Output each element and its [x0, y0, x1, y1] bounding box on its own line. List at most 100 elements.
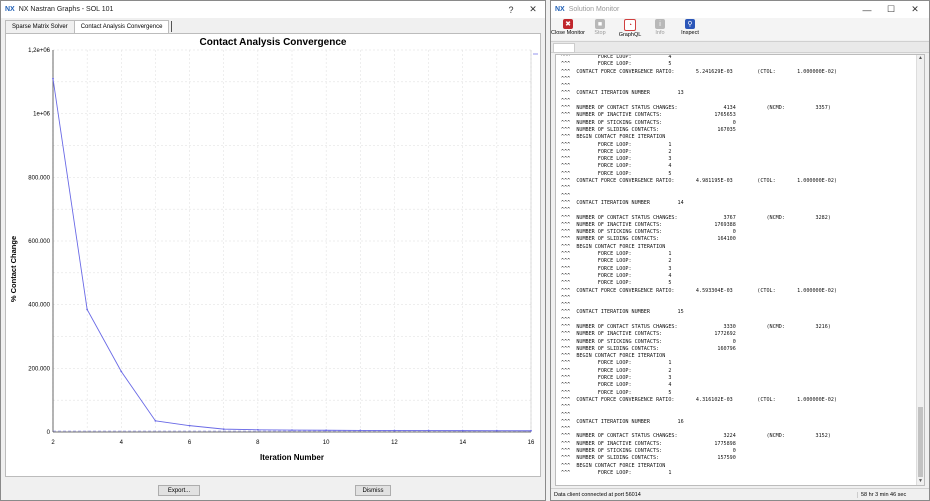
scroll-thumb[interactable]: [918, 407, 923, 477]
log-line: ^^^ FORCE LOOP: 5: [561, 170, 672, 177]
nx-logo: NX: [555, 6, 565, 13]
close-monitor-button[interactable]: ✖ Close Monitor: [551, 18, 585, 40]
tab-contact-analysis-convergence[interactable]: Contact Analysis Convergence: [73, 20, 170, 34]
log-line: ^^^ FORCE LOOP: 5: [561, 61, 672, 68]
inspect-label: Inspect: [681, 30, 699, 36]
log-line: ^^^: [561, 97, 571, 104]
log-line: ^^^ CONTACT FORCE CONVERGENCE RATIO: 5.2…: [561, 68, 838, 75]
close-monitor-icon: ✖: [563, 19, 573, 29]
log-line: ^^^ BEGIN CONTACT FORCE ITERATION: [561, 243, 666, 250]
x-tick-label: 12: [391, 440, 398, 446]
stop-icon: ■: [595, 19, 605, 29]
log-line: ^^^ NUMBER OF INACTIVE CONTACTS: 1765653: [561, 112, 736, 119]
log-line: ^^^ FORCE LOOP: 5: [561, 280, 672, 287]
log-line: ^^^ FORCE LOOP: 5: [561, 389, 672, 396]
stop-button[interactable]: ■ Stop: [585, 18, 615, 40]
close-icon[interactable]: ✕: [905, 1, 925, 18]
y-tick-label: 1,2e+06: [28, 48, 51, 54]
monitor-tab-strip: [551, 41, 929, 53]
log-line: ^^^ CONTACT FORCE CONVERGENCE RATIO: 4.9…: [561, 178, 838, 185]
log-scrollbar[interactable]: ▲ ▼: [916, 55, 924, 485]
data-point: [256, 428, 259, 431]
monitor-window-title: Solution Monitor: [568, 6, 620, 13]
log-line: ^^^ NUMBER OF STICKING CONTACTS: 0: [561, 229, 736, 236]
log-line: ^^^ CONTACT ITERATION NUMBER 13: [561, 90, 684, 97]
nastran-graphs-window: NX NX Nastran Graphs - SOL 101 ? ✕ Spars…: [0, 0, 546, 501]
log-line: ^^^ NUMBER OF CONTACT STATUS CHANGES: 41…: [561, 105, 831, 112]
data-point: [291, 429, 293, 431]
graph-label: GraphQL: [618, 32, 642, 38]
nx-logo: NX: [5, 6, 15, 13]
data-point: [495, 429, 498, 432]
log-line: ^^^ NUMBER OF INACTIVE CONTACTS: 1769388: [561, 221, 736, 228]
x-tick-label: 2: [51, 440, 55, 446]
chart-grid: [52, 49, 532, 433]
dismiss-button[interactable]: Dismiss: [355, 485, 391, 496]
y-tick-label: 200.000: [28, 366, 50, 372]
log-line: ^^^ CONTACT FORCE CONVERGENCE RATIO: 4.3…: [561, 396, 838, 403]
y-tick-label: 600.000: [28, 239, 50, 245]
graph-button[interactable]: ◔ GraphQL: [615, 18, 645, 40]
log-line: ^^^ FORCE LOOP: 4: [561, 382, 672, 389]
info-button[interactable]: i Info: [645, 18, 675, 40]
close-monitor-label: Close Monitor: [551, 30, 585, 36]
log-line: ^^^ CONTACT ITERATION NUMBER 14: [561, 199, 684, 206]
data-point: [120, 370, 123, 373]
log-line: ^^^ NUMBER OF INACTIVE CONTACTS: 1775898: [561, 440, 736, 447]
log-line: ^^^: [561, 207, 571, 214]
log-line: ^^^ NUMBER OF STICKING CONTACTS: 0: [561, 448, 736, 455]
y-tick-label: 800.000: [28, 175, 50, 181]
graph-icon: ◔: [624, 19, 636, 31]
info-label: Info: [655, 30, 665, 36]
close-icon[interactable]: ✕: [523, 1, 543, 18]
data-point: [325, 429, 328, 432]
log-line: ^^^ NUMBER OF STICKING CONTACTS: 0: [561, 119, 736, 126]
monitor-title-bar[interactable]: NX Solution Monitor — ☐ ✕: [551, 1, 929, 18]
stop-label: Stop: [594, 30, 606, 36]
y-tick-label: 0: [47, 430, 51, 436]
y-tick-label: 1e+06: [33, 112, 51, 118]
scroll-up-icon[interactable]: ▲: [917, 55, 924, 62]
log-line: ^^^ NUMBER OF INACTIVE CONTACTS: 1772692: [561, 331, 736, 338]
convergence-chart: Contact Analysis Convergence % Contact C…: [9, 37, 538, 462]
log-line: ^^^ NUMBER OF CONTACT STATUS CHANGES: 37…: [561, 214, 831, 221]
graphs-title-bar[interactable]: NX NX Nastran Graphs - SOL 101 ? ✕: [1, 1, 545, 18]
x-tick-label: 8: [256, 440, 260, 446]
log-line: ^^^ NUMBER OF CONTACT STATUS CHANGES: 32…: [561, 433, 831, 440]
data-point: [427, 429, 430, 432]
x-tick-label: 4: [120, 440, 124, 446]
log-line: ^^^ FORCE LOOP: 1: [561, 360, 672, 367]
export-button[interactable]: Export...: [158, 485, 200, 496]
log-line: ^^^: [561, 192, 571, 199]
minimize-icon[interactable]: —: [857, 1, 877, 18]
data-point: [359, 429, 362, 432]
help-button[interactable]: ?: [501, 1, 521, 18]
chart-xlabel: Iteration Number: [260, 453, 324, 462]
log-line: ^^^ FORCE LOOP: 3: [561, 265, 672, 272]
log-line: ^^^ FORCE LOOP: 3: [561, 156, 672, 163]
graph-tabs: Sparse Matrix Solver Contact Analysis Co…: [5, 20, 173, 34]
log-line: ^^^: [561, 404, 571, 411]
maximize-icon[interactable]: ☐: [881, 1, 901, 18]
log-line: ^^^ FORCE LOOP: 1: [561, 251, 672, 258]
log-line: ^^^: [561, 316, 571, 323]
x-tick-label: 6: [188, 440, 192, 446]
tab-sparse-matrix-solver[interactable]: Sparse Matrix Solver: [5, 20, 75, 34]
elapsed-time: 58 hr 3 min 46 sec: [857, 492, 906, 498]
inspect-button[interactable]: ⚲ Inspect: [675, 18, 705, 40]
scroll-down-icon[interactable]: ▼: [917, 478, 924, 485]
chart-series: [52, 53, 538, 432]
data-point: [461, 429, 464, 432]
graphs-window-title: NX Nastran Graphs - SOL 101: [18, 6, 114, 13]
log-line: ^^^ NUMBER OF CONTACT STATUS CHANGES: 33…: [561, 323, 831, 330]
connection-status: Data client connected at port 56014: [554, 492, 641, 498]
log-line: ^^^ FORCE LOOP: 4: [561, 54, 672, 60]
y-tick-label: 400.000: [28, 303, 50, 309]
solution-log[interactable]: ^^^ FORCE LOOP: 4 ^^^ FORCE LOOP: 5 ^^^ CO…: [555, 54, 925, 486]
log-line: ^^^ FORCE LOOP: 2: [561, 258, 672, 265]
monitor-tab-box[interactable]: [553, 43, 575, 53]
data-point: [393, 429, 396, 432]
log-line: ^^^: [561, 302, 571, 309]
log-line: ^^^ FORCE LOOP: 4: [561, 163, 672, 170]
log-line: ^^^: [561, 294, 571, 301]
